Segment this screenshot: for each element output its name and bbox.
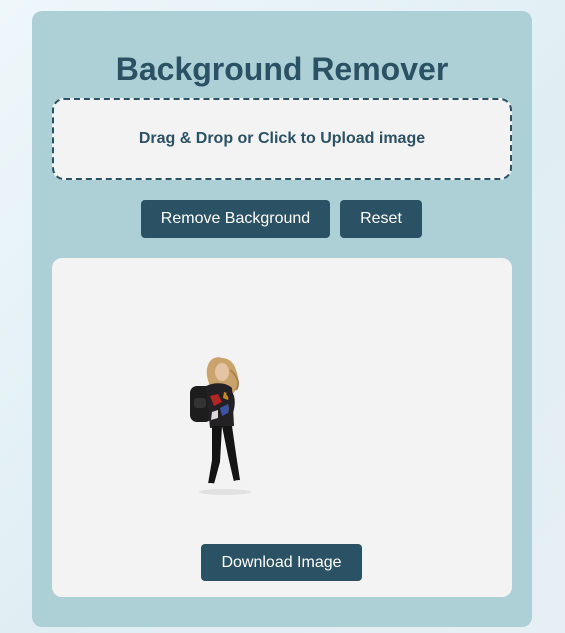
app-card: Background Remover Drag & Drop or Click …: [32, 11, 532, 627]
upload-label: Drag & Drop or Click to Upload image: [138, 130, 426, 147]
download-image-button[interactable]: Download Image: [201, 544, 362, 581]
reset-button[interactable]: Reset: [340, 200, 422, 238]
page-title: Background Remover: [115, 51, 449, 87]
image-preview: Download Image: [52, 258, 512, 597]
result-image: [190, 357, 251, 495]
remove-background-button[interactable]: Remove Background: [141, 200, 330, 238]
upload-dropzone[interactable]: Drag & Drop or Click to Upload image: [52, 98, 512, 180]
